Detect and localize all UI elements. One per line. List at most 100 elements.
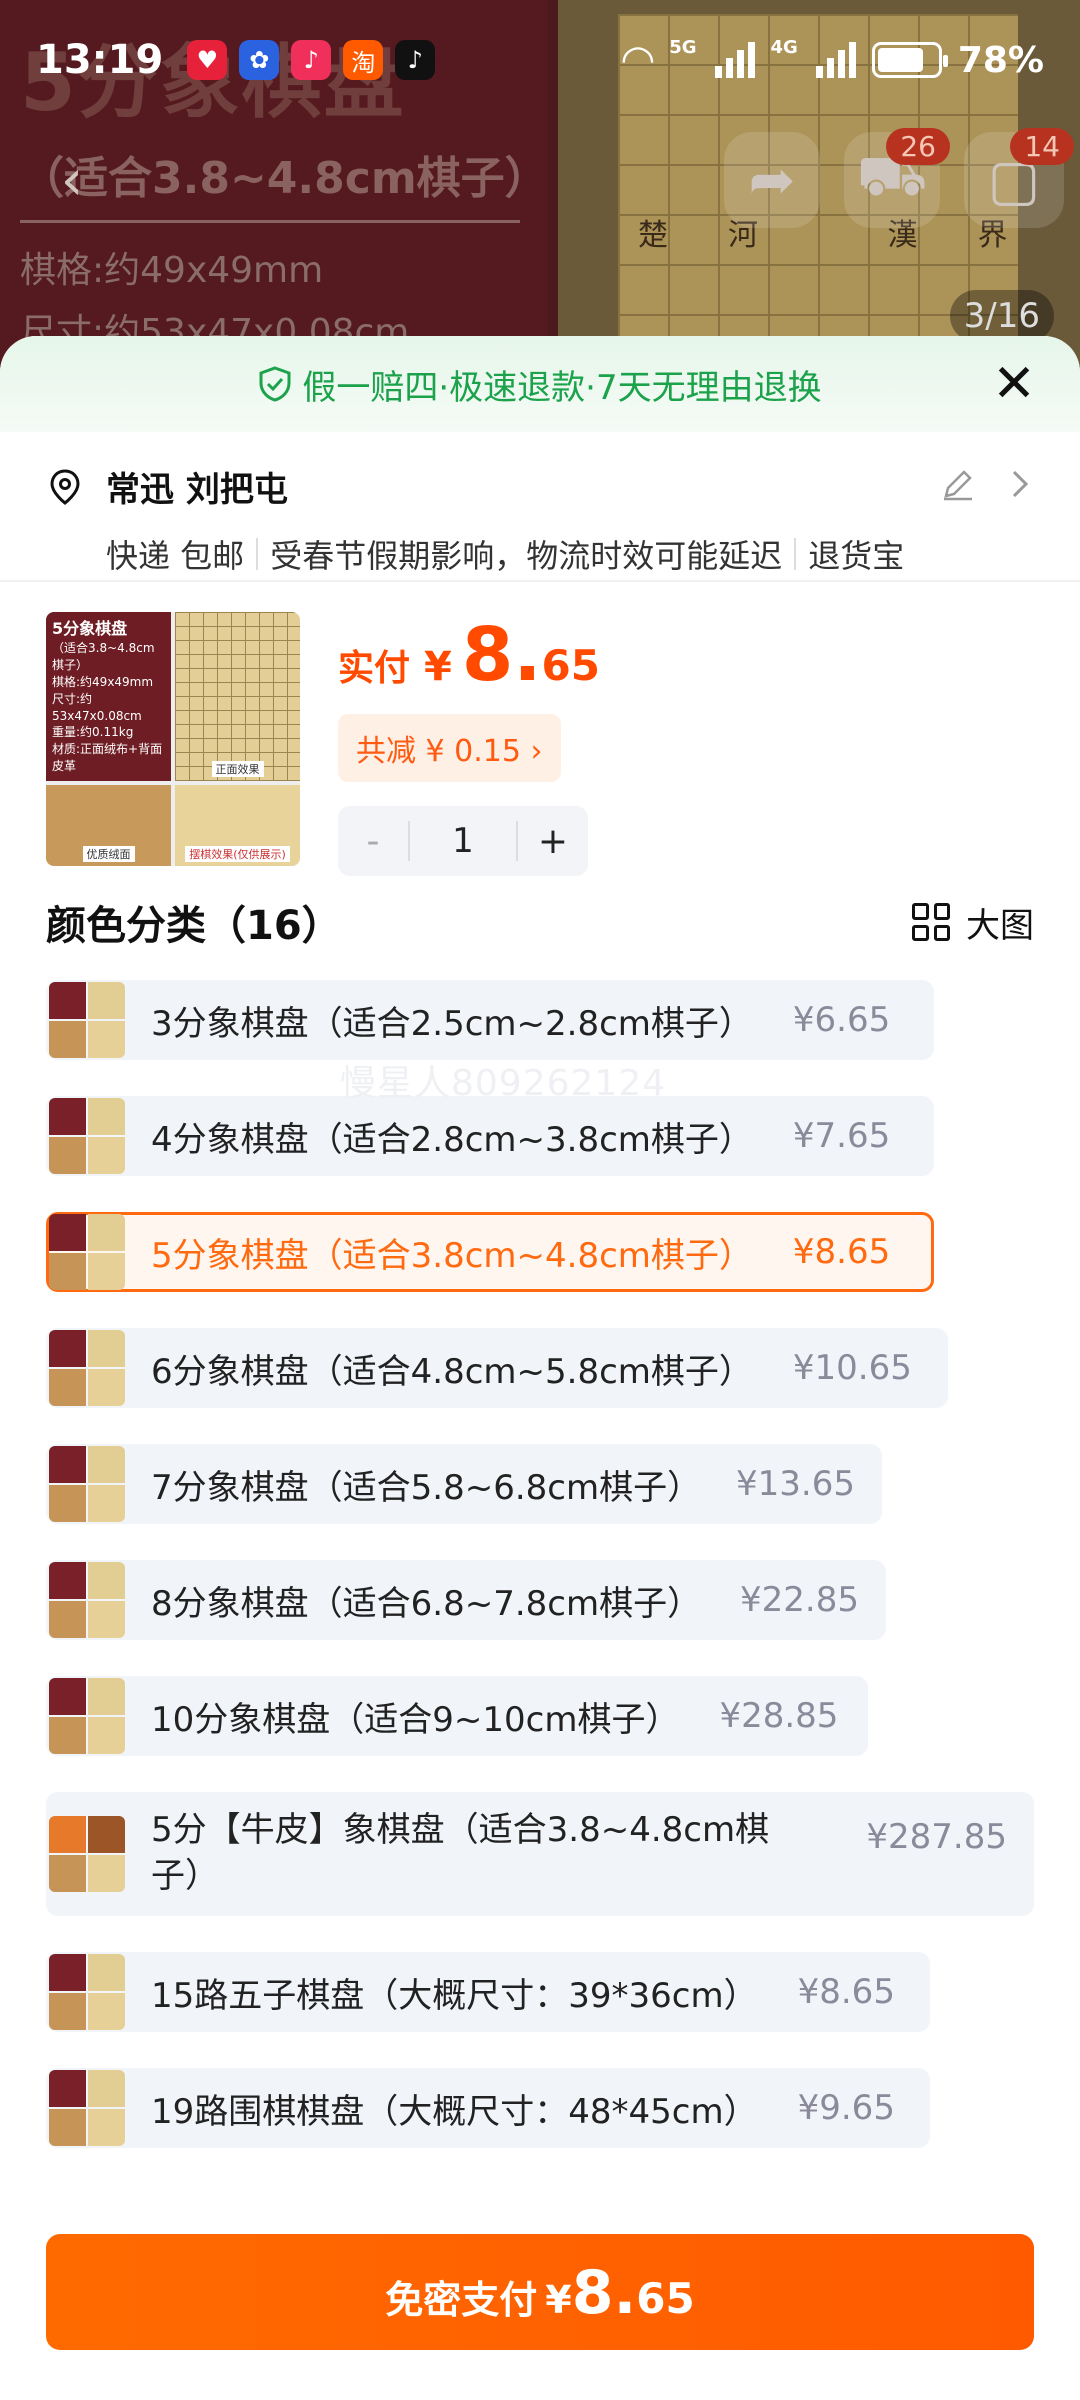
- currency-symbol: ¥: [424, 644, 452, 690]
- option-name: 4分象棋盘（适合2.8cm~3.8cm棋子）: [151, 1119, 753, 1160]
- option-price: ¥8.65: [792, 1232, 891, 1272]
- option-name: 6分象棋盘（适合4.8cm~5.8cm棋子）: [151, 1351, 753, 1392]
- discount-detail-button[interactable]: 共减 ¥ 0.15 ›: [338, 714, 561, 782]
- battery-icon: [871, 42, 948, 78]
- signal-icon: [714, 42, 755, 78]
- option-name: 15路五子棋盘（大概尺寸：39*36cm）: [151, 1975, 758, 2016]
- big-image-label: 大图: [966, 905, 1034, 946]
- option-price: ¥7.65: [792, 1116, 891, 1156]
- pay-price-integer: 8.: [571, 2258, 637, 2328]
- divider: [256, 538, 259, 570]
- big-image-toggle[interactable]: 大图: [912, 898, 1034, 947]
- option-price: ¥6.65: [792, 1000, 891, 1040]
- share-button[interactable]: ➦: [724, 132, 820, 228]
- location-pin-icon: [50, 468, 80, 505]
- pay-price-decimal: 65: [636, 2274, 695, 2323]
- option-price: ¥13.65: [736, 1464, 855, 1504]
- option-name: 5分【牛皮】象棋盘（适合3.8~4.8cm棋子）: [151, 1810, 770, 1896]
- message-button[interactable]: ▢ 14: [964, 128, 1074, 228]
- taobao-app-icon: 淘: [343, 40, 384, 80]
- thumb-spec1: 棋格:约49x49mm: [52, 674, 154, 689]
- back-arrow-icon: ‹: [60, 147, 84, 213]
- option-name: 8分象棋盘（适合6.8~7.8cm棋子）: [151, 1583, 702, 1624]
- thumb-subtitle: （适合3.8~4.8cm棋子）: [52, 641, 155, 673]
- network-5g-label: 5G: [669, 37, 697, 58]
- product-summary: 5分象棋盘 （适合3.8~4.8cm棋子） 棋格:约49x49mm 尺寸:约53…: [0, 582, 1080, 882]
- return-service: 退货宝: [808, 537, 905, 575]
- thumb-title: 5分象棋盘: [52, 619, 128, 638]
- thumb-spec3: 重量:约0.11kg: [52, 725, 134, 740]
- tiktok-app-icon: ♪: [395, 40, 436, 80]
- paid-price: 实付 ¥ 8. 65: [338, 612, 600, 698]
- price-integer: 8.: [461, 612, 542, 698]
- category-header: 颜色分类（16） 大图: [0, 882, 1080, 962]
- pay-currency: ¥: [545, 2278, 572, 2322]
- edit-pencil-icon[interactable]: [940, 466, 976, 502]
- guarantee-text-group: 假一赔四·极速退款·7天无理由退换: [258, 360, 822, 409]
- address-line: 常迅 刘把屯: [46, 462, 1034, 511]
- cart-button[interactable]: ⛟ 26: [844, 128, 950, 228]
- option-thumbnail: [49, 1678, 125, 1754]
- bg-spec-grid: 棋格:约49x49mm: [20, 250, 324, 291]
- music-app-icon: ♪: [291, 40, 332, 80]
- thumb-board-panel: 正面效果: [175, 612, 300, 781]
- signal-icon: [815, 42, 856, 78]
- network-4g-label: 4G: [770, 37, 798, 58]
- pay-button[interactable]: 免密支付 ¥ 8. 65: [46, 2234, 1034, 2350]
- sku-option[interactable]: 10分象棋盘（适合9~10cm棋子） ¥28.85: [46, 1676, 868, 1756]
- shipping-method: 快递 包邮: [106, 537, 245, 575]
- recipient-name: 常迅 刘把屯: [106, 470, 288, 510]
- sku-option-list: 3分象棋盘（适合2.5cm~2.8cm棋子） ¥6.65 4分象棋盘（适合2.8…: [0, 962, 1080, 2148]
- quantity-value[interactable]: 1: [408, 821, 518, 861]
- product-thumbnail[interactable]: 5分象棋盘 （适合3.8~4.8cm棋子） 棋格:约49x49mm 尺寸:约53…: [46, 612, 300, 866]
- share-icon: ➦: [748, 147, 796, 213]
- option-price: ¥287.85: [866, 1817, 1007, 1857]
- guarantee-text: 假一赔四·极速退款·7天无理由退换: [302, 367, 822, 408]
- battery-percent: 78%: [957, 39, 1044, 81]
- sku-option[interactable]: 7分象棋盘（适合5.8~6.8cm棋子） ¥13.65: [46, 1444, 882, 1524]
- sku-option[interactable]: 3分象棋盘（适合2.5cm~2.8cm棋子） ¥6.65: [46, 980, 934, 1060]
- guarantee-banner: 假一赔四·极速退款·7天无理由退换 ✕: [0, 336, 1080, 432]
- sku-option[interactable]: 4分象棋盘（适合2.8cm~3.8cm棋子） ¥7.65: [46, 1096, 934, 1176]
- sku-option[interactable]: 15路五子棋盘（大概尺寸：39*36cm） ¥8.65: [46, 1952, 930, 2032]
- option-thumbnail: [49, 1214, 125, 1290]
- shipping-address-row[interactable]: 常迅 刘把屯 快递 包邮 受春节假期影响，物流时效可能延迟 退货宝: [0, 432, 1080, 582]
- quantity-stepper: - 1 +: [338, 806, 588, 876]
- sku-option[interactable]: 5分【牛皮】象棋盘（适合3.8~4.8cm棋子） ¥287.85: [46, 1792, 1034, 1916]
- price-decimal: 65: [541, 641, 600, 690]
- option-name: 19路围棋棋盘（大概尺寸：48*45cm）: [151, 2091, 758, 2132]
- back-button[interactable]: ‹: [24, 132, 120, 228]
- option-thumbnail: [49, 2070, 125, 2146]
- sku-option[interactable]: 8分象棋盘（适合6.8~7.8cm棋子） ¥22.85: [46, 1560, 886, 1640]
- delivery-info: 快递 包邮 受春节假期影响，物流时效可能延迟 退货宝: [106, 531, 1034, 577]
- sku-option[interactable]: 19路围棋棋盘（大概尺寸：48*45cm） ¥9.65: [46, 2068, 930, 2148]
- close-icon: ✕: [992, 354, 1036, 414]
- status-bar: 13:19 ♥ ✿ ♪ 淘 ♪ ◠ 5G 4G 78%: [0, 0, 1080, 120]
- close-button[interactable]: ✕: [988, 358, 1040, 410]
- chevron-right-icon[interactable]: [1004, 468, 1034, 500]
- shield-check-icon: [259, 366, 291, 402]
- wifi-icon: ◠: [622, 37, 654, 83]
- option-price: ¥28.85: [719, 1696, 839, 1736]
- option-thumbnail: [49, 1098, 125, 1174]
- gallery-page-indicator: 3/16: [949, 290, 1054, 342]
- option-name: 10分象棋盘（适合9~10cm棋子）: [151, 1699, 680, 1740]
- thumb-caption-display: 摆棋效果(仅供展示): [185, 846, 290, 862]
- option-price: ¥10.65: [792, 1348, 912, 1388]
- thumb-pieces-panel: 摆棋效果(仅供展示): [175, 784, 300, 866]
- grid-view-icon: [912, 903, 950, 941]
- thumb-spec4: 材质:正面绒布+背面皮革: [52, 742, 163, 773]
- option-name: 7分象棋盘（适合5.8~6.8cm棋子）: [151, 1467, 702, 1508]
- divider: [794, 538, 797, 570]
- option-price: ¥22.85: [740, 1580, 859, 1620]
- increment-button[interactable]: +: [518, 821, 588, 862]
- decrement-button[interactable]: -: [338, 821, 408, 862]
- option-price: ¥9.65: [797, 2088, 895, 2128]
- pay-label: 免密支付: [385, 2278, 538, 2322]
- option-thumbnail: [49, 1330, 125, 1406]
- sku-option-selected[interactable]: 5分象棋盘（适合3.8cm~4.8cm棋子） ¥8.65: [46, 1212, 934, 1292]
- option-price: ¥8.65: [797, 1972, 895, 2012]
- sku-option[interactable]: 6分象棋盘（适合4.8cm~5.8cm棋子） ¥10.65: [46, 1328, 948, 1408]
- cart-badge: 26: [886, 128, 950, 165]
- paid-label: 实付: [338, 648, 411, 689]
